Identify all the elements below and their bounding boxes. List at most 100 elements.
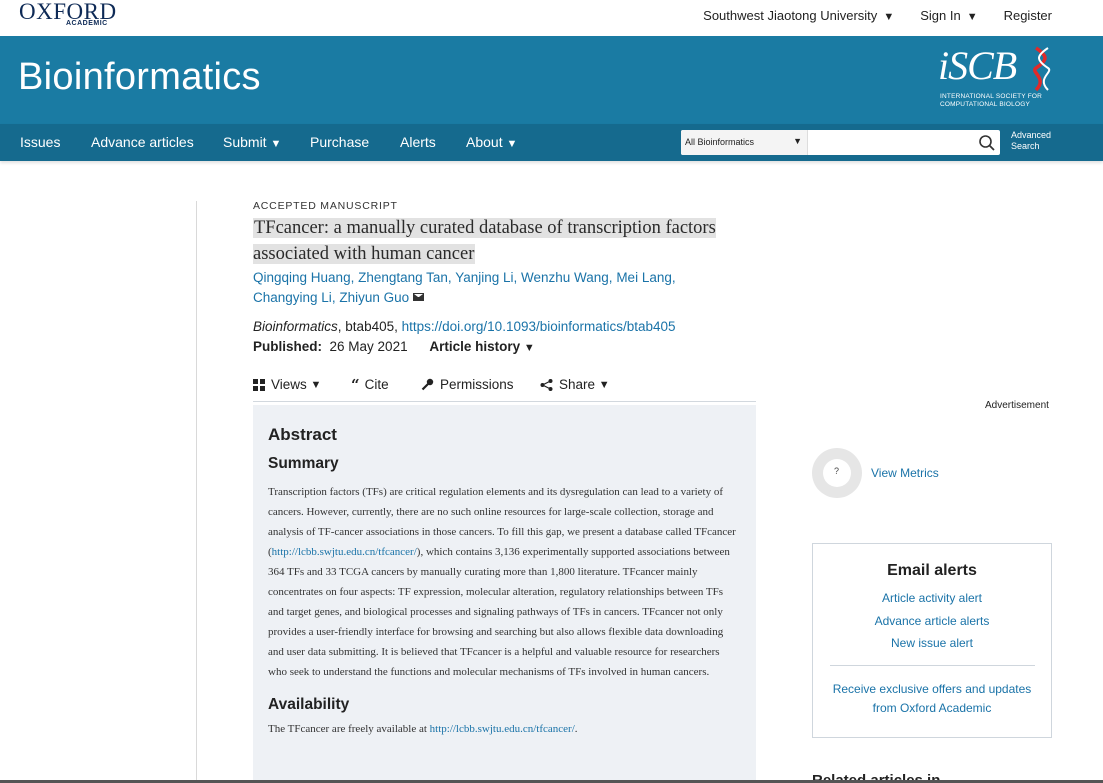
- summary-heading: Summary: [268, 455, 339, 472]
- cite-button[interactable]: “ Cite: [351, 377, 389, 392]
- email-alerts-heading: Email alerts: [887, 562, 977, 579]
- register-link[interactable]: Register: [1004, 8, 1052, 23]
- institution-label: Southwest Jiaotong University: [703, 8, 878, 23]
- abstract-section: Abstract Summary Transcription factors (…: [253, 405, 756, 783]
- logo-sub: ACADEMIC: [66, 20, 108, 27]
- views-menu[interactable]: Views ▼: [253, 377, 321, 392]
- tfcancer-link[interactable]: http://lcbb.swjtu.edu.cn/tfcancer/: [272, 546, 417, 558]
- email-alerts-box: Email alerts Article activity alert Adva…: [812, 543, 1052, 738]
- permissions-label: Permissions: [440, 377, 514, 392]
- availability-text-part: The TFcancer are freely available at: [268, 723, 430, 735]
- search-icon: [979, 135, 995, 151]
- institution-menu[interactable]: Southwest Jiaotong University ▼: [703, 8, 894, 23]
- share-menu[interactable]: Share ▼: [540, 377, 610, 392]
- author-link[interactable]: Yanjing Li: [455, 270, 513, 285]
- oxford-academic-logo[interactable]: OXFORD ACADEMIC: [19, 0, 116, 33]
- metrics-score: ?: [834, 466, 840, 476]
- iscb-subtitle: INTERNATIONAL SOCIETY FOR COMPUTATIONAL …: [940, 93, 1042, 109]
- dna-helix-icon: [1033, 46, 1051, 92]
- caret-down-icon: ▼: [966, 11, 978, 23]
- article-toolbar: Views ▼ “ Cite Permissions Share ▼: [253, 375, 756, 402]
- metrics-widget[interactable]: ? View Metrics: [812, 448, 972, 500]
- caret-down-icon: ▼: [310, 378, 322, 391]
- permissions-button[interactable]: Permissions: [421, 377, 514, 392]
- nav-label: Issues: [20, 134, 61, 150]
- cite-label: Cite: [364, 377, 389, 392]
- nav-label: Purchase: [310, 134, 370, 150]
- advanced-search-line2: Search: [1011, 141, 1040, 151]
- nav-label: Alerts: [400, 134, 436, 150]
- left-divider: [196, 201, 197, 783]
- views-label: Views: [271, 377, 307, 392]
- caret-down-icon: ▼: [270, 138, 282, 150]
- search-box: All Bioinformatics ▼: [681, 130, 1000, 155]
- article-id: btab405: [345, 319, 395, 334]
- author-link[interactable]: Mei Lang: [616, 270, 672, 285]
- summary-text-part: ), which contains 3,136 experimentally s…: [268, 546, 730, 678]
- search-scope-value: All Bioinformatics: [685, 137, 755, 147]
- article-title-text: TFcancer: a manually curated database of…: [253, 218, 716, 264]
- key-icon: [421, 378, 434, 391]
- caret-down-icon: ▼: [598, 378, 610, 391]
- article-history-toggle[interactable]: Article history ▼: [429, 339, 534, 354]
- nav-submit[interactable]: Submit ▼: [223, 134, 281, 150]
- grid-icon: [253, 378, 265, 391]
- journal-title[interactable]: Bioinformatics: [18, 56, 261, 99]
- nav-about[interactable]: About ▼: [466, 134, 517, 150]
- main-nav: Issues Advance articles Submit ▼ Purchas…: [0, 124, 1103, 161]
- abstract-heading: Abstract: [268, 425, 337, 444]
- advanced-search-link[interactable]: Advanced Search: [1011, 130, 1051, 152]
- journal-banner: Bioinformatics iSCB INTERNATIONAL SOCIET…: [0, 36, 1103, 124]
- sign-in-label: Sign In: [920, 8, 961, 23]
- published-label: Published:: [253, 339, 323, 354]
- availability-link[interactable]: http://lcbb.swjtu.edu.cn/tfcancer/: [430, 723, 575, 735]
- summary-text: Transcription factors (TFs) are critical…: [268, 482, 741, 682]
- citation-line: Bioinformatics, btab405, https://doi.org…: [253, 319, 676, 334]
- alerts-divider: [829, 664, 1035, 666]
- article-history-label: Article history: [429, 339, 521, 354]
- iscb-logo[interactable]: iSCB INTERNATIONAL SOCIETY FOR COMPUTATI…: [938, 43, 1056, 112]
- availability-text-part: .: [574, 723, 578, 735]
- nav-alerts[interactable]: Alerts: [400, 134, 436, 150]
- caret-down-icon: ▼: [506, 138, 518, 150]
- search-input[interactable]: [809, 130, 975, 155]
- author-link[interactable]: Qingqing Huang: [253, 270, 351, 285]
- published-date: 26 May 2021: [329, 339, 408, 354]
- caret-down-icon: ▼: [793, 136, 802, 146]
- published-line: Published: 26 May 2021 Article history ▼: [253, 337, 756, 358]
- nav-issues[interactable]: Issues: [20, 134, 60, 150]
- article-title: TFcancer: a manually curated database of…: [253, 215, 756, 267]
- availability-text: The TFcancer are freely available at htt…: [268, 719, 741, 739]
- article-type: ACCEPTED MANUSCRIPT: [253, 200, 398, 212]
- availability-heading: Availability: [268, 696, 350, 713]
- view-metrics-link[interactable]: View Metrics: [871, 466, 939, 480]
- share-icon: [540, 378, 553, 391]
- journal-name: Bioinformatics: [253, 319, 338, 334]
- author-link[interactable]: Zhengtang Tan: [358, 270, 448, 285]
- envelope-icon[interactable]: [413, 293, 425, 301]
- author-link[interactable]: Wenzhu Wang: [521, 270, 609, 285]
- advertisement-label: Advertisement: [985, 400, 1049, 411]
- sign-in-menu[interactable]: Sign In ▼: [920, 8, 977, 23]
- advanced-search-line1: Advanced: [1011, 130, 1052, 140]
- nav-label: Submit: [223, 134, 267, 150]
- top-bar: OXFORD ACADEMIC Southwest Jiaotong Unive…: [0, 0, 1103, 36]
- quote-icon: “: [351, 375, 360, 394]
- search-scope-select[interactable]: All Bioinformatics ▼: [681, 130, 808, 155]
- iscb-logo-text: iSCB: [938, 43, 1017, 88]
- doi-link[interactable]: https://doi.org/10.1093/bioinformatics/b…: [402, 319, 676, 334]
- search-button[interactable]: [978, 134, 996, 152]
- exclusive-offers-link[interactable]: Receive exclusive offers and updates fro…: [813, 680, 1051, 718]
- nav-purchase[interactable]: Purchase: [310, 134, 369, 150]
- author-link[interactable]: Changying Li: [253, 290, 332, 305]
- nav-advance-articles[interactable]: Advance articles: [91, 134, 194, 150]
- author-link[interactable]: Zhiyun Guo: [339, 290, 409, 305]
- iscb-sub-line1: INTERNATIONAL SOCIETY FOR: [940, 93, 1043, 100]
- article-header: ACCEPTED MANUSCRIPT TFcancer: a manually…: [253, 200, 756, 358]
- nav-label: About: [466, 134, 503, 150]
- share-label: Share: [559, 377, 596, 392]
- caret-down-icon: ▼: [523, 342, 535, 354]
- advance-article-alerts-link[interactable]: Advance article alerts: [813, 610, 1051, 633]
- article-activity-alert-link[interactable]: Article activity alert: [813, 587, 1051, 610]
- new-issue-alert-link[interactable]: New issue alert: [813, 632, 1051, 655]
